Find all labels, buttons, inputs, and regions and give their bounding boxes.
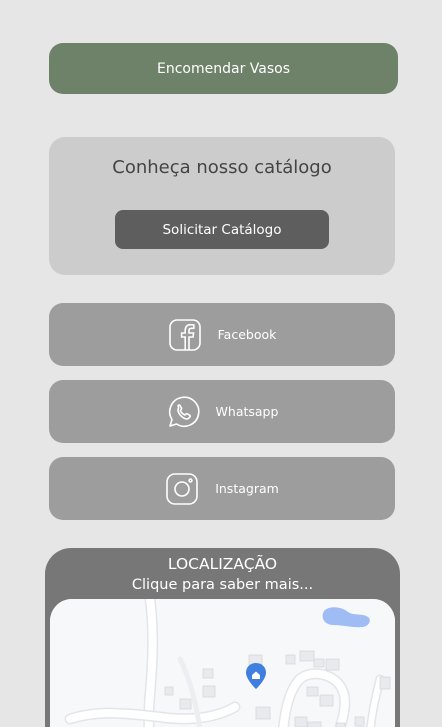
whatsapp-button[interactable]: Whatsapp — [49, 380, 395, 443]
facebook-label: Facebook — [217, 327, 277, 342]
instagram-button[interactable]: Instagram — [49, 457, 395, 520]
whatsapp-label: Whatsapp — [215, 404, 279, 419]
location-card[interactable]: LOCALIZAÇÃO Clique para saber mais... — [45, 548, 400, 727]
request-catalog-button[interactable]: Solicitar Catálogo — [115, 210, 329, 249]
location-map[interactable] — [50, 599, 395, 727]
catalog-title: Conheça nosso catálogo — [112, 157, 332, 178]
whatsapp-icon — [166, 395, 200, 429]
location-subtitle: Clique para saber mais... — [131, 577, 314, 593]
order-vases-label: Encomendar Vasos — [157, 60, 290, 77]
order-vases-button[interactable]: Encomendar Vasos — [49, 43, 398, 94]
instagram-icon — [165, 472, 199, 506]
facebook-icon — [168, 318, 202, 352]
request-catalog-label: Solicitar Catálogo — [162, 221, 282, 238]
location-title: LOCALIZAÇÃO — [167, 555, 278, 573]
map-canvas — [50, 599, 395, 727]
instagram-label: Instagram — [215, 481, 279, 496]
facebook-button[interactable]: Facebook — [49, 303, 395, 366]
catalog-card: Conheça nosso catálogo Solicitar Catálog… — [49, 137, 395, 275]
